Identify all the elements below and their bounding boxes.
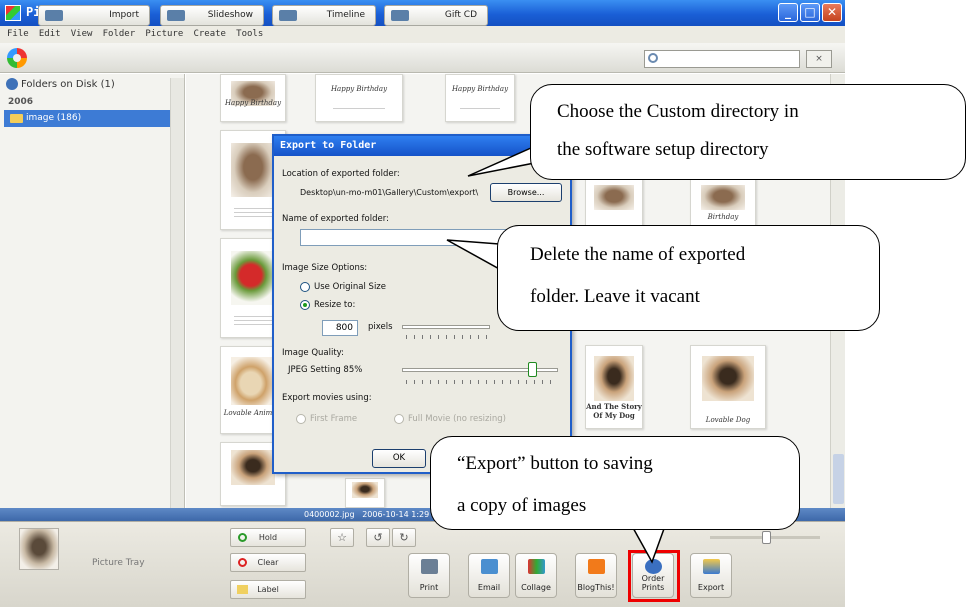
callout-1-line2: the software setup directory — [557, 139, 769, 160]
callout-3-pointer — [630, 525, 667, 564]
callout-export-button: “Export” button to saving a copy of imag… — [430, 436, 800, 530]
callout-1-line1: Choose the Custom directory in — [557, 101, 799, 122]
callout-3-line2: a copy of images — [457, 495, 587, 516]
callout-2-line1: Delete the name of exported — [530, 244, 746, 265]
callout-3-line1: “Export” button to saving — [457, 453, 653, 474]
callout-custom-directory: Choose the Custom directory in the softw… — [530, 84, 966, 180]
callout-delete-folder-name: Delete the name of exported folder. Leav… — [497, 225, 880, 331]
callout-2-line2: folder. Leave it vacant — [530, 286, 700, 307]
